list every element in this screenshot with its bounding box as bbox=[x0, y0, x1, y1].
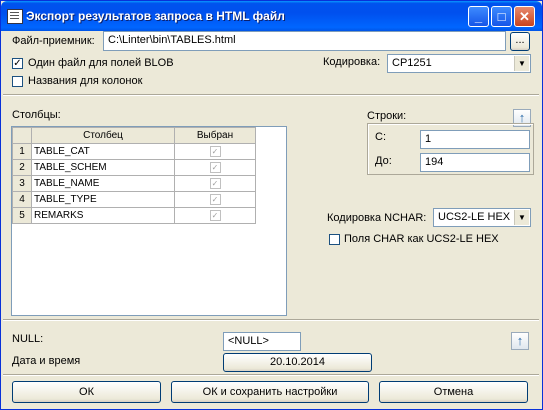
char-as-ucs-checkbox[interactable] bbox=[329, 234, 340, 245]
columns-table: Столбец Выбран 1 TABLE_CAT ✓ 2 TABLE_SCH… bbox=[12, 127, 256, 224]
char-as-ucs-label: Поля CHAR как UCS2-LE HEX bbox=[344, 233, 499, 245]
table-row[interactable]: 4 TABLE_TYPE ✓ bbox=[12, 191, 256, 208]
header-selected[interactable]: Выбран bbox=[174, 127, 256, 144]
datetime-button[interactable]: 20.10.2014 bbox=[223, 353, 372, 372]
rows-label: Строки: bbox=[367, 110, 407, 122]
rows-range-panel: С: 1 До: 194 bbox=[367, 123, 534, 175]
column-name-cell[interactable]: REMARKS bbox=[31, 207, 175, 224]
divider bbox=[3, 319, 539, 321]
nchar-label: Кодировка NCHAR: bbox=[327, 212, 427, 224]
close-button[interactable]: ✕ bbox=[514, 6, 535, 27]
table-row[interactable]: 5 REMARKS ✓ bbox=[12, 207, 256, 224]
column-name-cell[interactable]: TABLE_CAT bbox=[31, 143, 175, 160]
one-file-blob-checkbox[interactable]: ✓ bbox=[12, 58, 23, 69]
selected-cell[interactable]: ✓ bbox=[174, 175, 256, 192]
chevron-down-icon[interactable]: ▼ bbox=[514, 210, 529, 225]
divider bbox=[3, 94, 539, 96]
row-number: 2 bbox=[12, 159, 32, 176]
to-input[interactable]: 194 bbox=[420, 153, 530, 172]
one-file-blob-label: Один файл для полей BLOB bbox=[28, 57, 174, 69]
table-header-row: Столбец Выбран bbox=[12, 127, 256, 144]
checkmark-icon: ✓ bbox=[209, 210, 221, 221]
row-number: 4 bbox=[12, 191, 32, 208]
encoding-label: Кодировка: bbox=[323, 56, 381, 68]
row-number: 5 bbox=[12, 207, 32, 224]
encoding-select[interactable]: CP1251 ▼ bbox=[387, 54, 531, 73]
checkmark-icon: ✓ bbox=[209, 178, 221, 189]
header-num bbox=[12, 127, 32, 144]
table-row[interactable]: 2 TABLE_SCHEM ✓ bbox=[12, 159, 256, 176]
nchar-select[interactable]: UCS2-LE HEX ▼ bbox=[433, 208, 531, 227]
column-names-label: Названия для колонок bbox=[28, 75, 143, 87]
row-number: 1 bbox=[12, 143, 32, 160]
selected-cell[interactable]: ✓ bbox=[174, 207, 256, 224]
window-title: Экспорт результатов запроса в HTML файл bbox=[26, 9, 285, 23]
selected-cell[interactable]: ✓ bbox=[174, 143, 256, 160]
null-label: NULL: bbox=[12, 333, 44, 345]
nchar-value: UCS2-LE HEX bbox=[438, 211, 511, 223]
browse-button[interactable]: ... bbox=[510, 32, 530, 51]
column-names-checkbox[interactable] bbox=[12, 76, 23, 87]
cancel-button[interactable]: Отмена bbox=[379, 381, 528, 403]
export-dialog: Экспорт результатов запроса в HTML файл … bbox=[0, 0, 543, 410]
checkmark-icon: ✓ bbox=[13, 58, 22, 69]
header-column[interactable]: Столбец bbox=[31, 127, 175, 144]
chevron-down-icon[interactable]: ▼ bbox=[514, 56, 529, 71]
divider bbox=[3, 374, 539, 376]
table-row[interactable]: 1 TABLE_CAT ✓ bbox=[12, 143, 256, 160]
to-label: До: bbox=[375, 155, 392, 167]
datetime-label: Дата и время bbox=[12, 355, 81, 367]
dialog-body: Файл-приемник: C:\Linter\bin\TABLES.html… bbox=[1, 31, 542, 409]
column-name-cell[interactable]: TABLE_TYPE bbox=[31, 191, 175, 208]
null-input[interactable]: <NULL> bbox=[223, 332, 301, 351]
checkmark-icon: ✓ bbox=[209, 146, 221, 157]
from-label: С: bbox=[375, 131, 386, 143]
ok-button[interactable]: ОК bbox=[12, 381, 161, 403]
columns-grid[interactable]: Столбец Выбран 1 TABLE_CAT ✓ 2 TABLE_SCH… bbox=[11, 126, 287, 316]
columns-label: Столбцы: bbox=[12, 109, 61, 121]
selected-cell[interactable]: ✓ bbox=[174, 191, 256, 208]
app-icon bbox=[7, 9, 23, 24]
file-path-input[interactable]: C:\Linter\bin\TABLES.html bbox=[103, 31, 506, 51]
selected-cell[interactable]: ✓ bbox=[174, 159, 256, 176]
checkmark-icon: ✓ bbox=[209, 194, 221, 205]
maximize-button[interactable]: □ bbox=[491, 6, 512, 27]
title-bar[interactable]: Экспорт результатов запроса в HTML файл … bbox=[1, 1, 542, 31]
table-row[interactable]: 3 TABLE_NAME ✓ bbox=[12, 175, 256, 192]
ok-save-button[interactable]: ОК и сохранить настройки bbox=[171, 381, 369, 403]
encoding-value: CP1251 bbox=[392, 57, 432, 69]
file-label: Файл-приемник: bbox=[12, 35, 95, 47]
checkmark-icon: ✓ bbox=[209, 162, 221, 173]
arrow-up-icon[interactable]: ↑ bbox=[511, 332, 529, 350]
from-input[interactable]: 1 bbox=[420, 130, 530, 149]
column-name-cell[interactable]: TABLE_NAME bbox=[31, 175, 175, 192]
column-name-cell[interactable]: TABLE_SCHEM bbox=[31, 159, 175, 176]
minimize-button[interactable]: _ bbox=[468, 6, 489, 27]
row-number: 3 bbox=[12, 175, 32, 192]
